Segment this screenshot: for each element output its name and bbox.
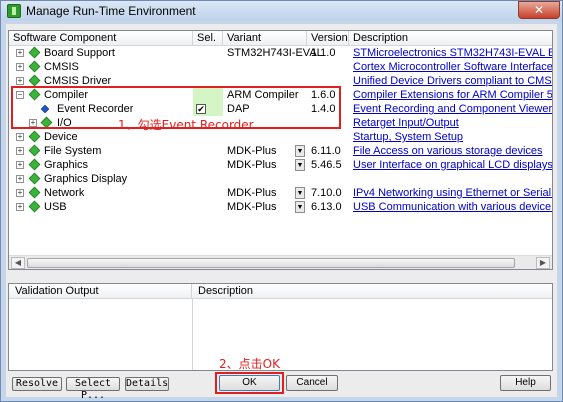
component-name: Network (44, 187, 85, 199)
green-diamond-icon (28, 130, 41, 143)
description-link[interactable]: Startup, System Setup (353, 130, 552, 144)
component-name: Board Support (44, 47, 115, 59)
component-name: Device (44, 131, 78, 143)
green-diamond-icon (28, 46, 41, 59)
variant-value[interactable]: MDK-Plus (227, 144, 277, 158)
component-name: CMSIS (44, 61, 79, 73)
version-value: 7.10.0 (311, 187, 342, 199)
table-row[interactable]: + Graphics Display (9, 172, 552, 186)
col-header-sel[interactable]: Sel. (193, 31, 223, 46)
description-link[interactable]: Retarget Input/Output (353, 116, 552, 130)
green-diamond-icon (28, 172, 41, 185)
chevron-down-icon[interactable]: ▼ (295, 187, 305, 199)
description-link[interactable]: USB Communication with various device cl… (353, 200, 552, 214)
table-row[interactable]: + File System MDK-Plus ▼ 6.11.0 File Acc… (9, 144, 552, 158)
table-row[interactable]: + USB MDK-Plus ▼ 6.13.0 USB Communicatio… (9, 200, 552, 214)
component-name: USB (44, 201, 67, 213)
version-value: 6.13.0 (311, 201, 342, 213)
expand-plus-icon[interactable]: + (16, 49, 24, 57)
annotation-step1: 1、勾选Event Recorder (118, 118, 254, 132)
expand-plus-icon[interactable]: + (16, 175, 24, 183)
table-row[interactable]: + Board Support STM32H743I-EVAL 1.1.0 ST… (9, 46, 552, 60)
version-value: 6.11.0 (311, 145, 341, 157)
chevron-down-icon[interactable]: ▼ (295, 201, 305, 213)
col-header-variant[interactable]: Variant (223, 31, 307, 46)
variant-value: STM32H743I-EVAL (227, 47, 323, 59)
description-link[interactable]: IPv4 Networking using Ethernet or Serial… (353, 186, 552, 200)
chevron-down-icon[interactable]: ▼ (295, 145, 305, 157)
expand-plus-icon[interactable]: + (16, 147, 24, 155)
validation-description-header: Description (192, 284, 552, 299)
expand-plus-icon[interactable]: + (16, 161, 24, 169)
variant-value[interactable]: MDK-Plus (227, 186, 277, 200)
col-header-component[interactable]: Software Component (9, 31, 193, 46)
description-link[interactable]: Cortex Microcontroller Software Interfac… (353, 60, 552, 74)
close-button[interactable]: ✕ (518, 1, 560, 19)
component-name: File System (44, 145, 102, 157)
green-diamond-icon (28, 144, 41, 157)
version-value: 1.1.0 (311, 47, 336, 59)
col-header-description[interactable]: Description (349, 31, 552, 46)
window-title: Manage Run-Time Environment (26, 4, 196, 18)
annotation-step2: 2、点击OK (219, 357, 280, 371)
description-link[interactable]: Unified Device Drivers compliant to CMSI… (353, 74, 552, 88)
table-row[interactable]: + Device Startup, System Setup (9, 130, 552, 144)
expand-plus-icon[interactable]: + (16, 189, 24, 197)
description-link[interactable]: User Interface on graphical LCD displays (353, 158, 552, 172)
scroll-left-icon[interactable]: ◀ (11, 257, 25, 269)
version-value: 5.46.5 (311, 159, 342, 171)
table-row[interactable]: + Network MDK-Plus ▼ 7.10.0 IPv4 Network… (9, 186, 552, 200)
column-divider (192, 299, 193, 370)
scroll-right-icon[interactable]: ▶ (536, 257, 550, 269)
table-row[interactable]: + Graphics MDK-Plus ▼ 5.46.5 User Interf… (9, 158, 552, 172)
description-link[interactable]: Event Recording and Component Viewer via… (353, 102, 552, 116)
variant-value[interactable]: MDK-Plus (227, 200, 277, 214)
green-diamond-icon (28, 158, 41, 171)
title-bar: Manage Run-Time Environment ✕ (1, 1, 562, 21)
col-header-version[interactable]: Version (307, 31, 349, 46)
help-button[interactable]: Help (500, 375, 551, 391)
validation-output-header: Validation Output (9, 284, 192, 299)
expand-plus-icon[interactable]: + (16, 203, 24, 211)
horizontal-scrollbar[interactable]: ◀ ▶ (9, 255, 552, 269)
highlight-box-ok (215, 372, 284, 394)
green-diamond-icon (28, 186, 41, 199)
green-diamond-icon (28, 60, 41, 73)
variant-value[interactable]: MDK-Plus (227, 158, 277, 172)
green-diamond-icon (28, 200, 41, 213)
expand-plus-icon[interactable]: + (16, 63, 24, 71)
component-name: Graphics (44, 159, 89, 171)
description-link[interactable]: STMicroelectronics STM32H743I-EVAL Board (353, 46, 552, 60)
details-button[interactable]: Details (125, 377, 169, 391)
description-link[interactable]: File Access on various storage devices (353, 144, 552, 158)
description-link[interactable]: Compiler Extensions for ARM Compiler 5 a… (353, 88, 552, 102)
select-packs-button[interactable]: Select P... (66, 377, 120, 401)
expand-plus-icon[interactable]: + (16, 133, 24, 141)
component-name: Graphics Display (44, 173, 128, 185)
expand-plus-icon[interactable]: + (16, 77, 24, 85)
chevron-down-icon[interactable]: ▼ (295, 159, 305, 171)
rte-app-icon (7, 4, 21, 18)
component-grid: Software Component Sel. Variant Version … (8, 30, 553, 270)
validation-panel: Validation Output Description (8, 283, 553, 371)
scroll-thumb[interactable] (27, 258, 515, 268)
table-row[interactable]: + CMSIS Cortex Microcontroller Software … (9, 60, 552, 74)
cancel-button[interactable]: Cancel (286, 375, 338, 391)
green-diamond-icon (28, 74, 41, 87)
resolve-button[interactable]: Resolve (12, 377, 62, 391)
